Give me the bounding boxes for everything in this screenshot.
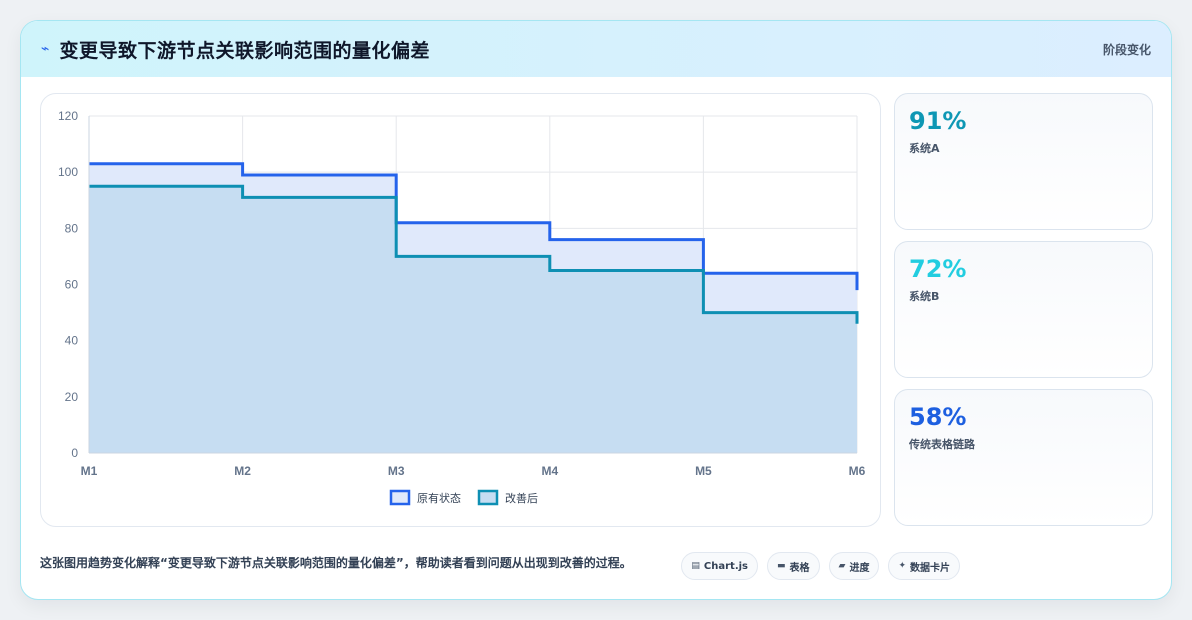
- title-wrap: ⌁ 变更导致下游节点关联影响范围的量化偏差: [41, 36, 430, 63]
- stat-label: 传统表格链路: [909, 438, 975, 451]
- tag-table[interactable]: ▬ 表格: [767, 552, 820, 580]
- x-tick-label: M2: [234, 464, 251, 478]
- y-tick-label: 0: [71, 446, 78, 460]
- x-tick-label: M6: [849, 464, 866, 478]
- legend-swatch: [477, 489, 499, 506]
- tag-data-card[interactable]: ✦ 数据卡片: [888, 552, 960, 580]
- x-tick-label: M4: [541, 464, 558, 478]
- x-tick-label: M3: [388, 464, 405, 478]
- tag-progress[interactable]: ▰ 进度: [828, 552, 880, 580]
- card-header: ⌁ 变更导致下游节点关联影响范围的量化偏差 阶段变化: [21, 21, 1171, 77]
- y-tick-label: 40: [65, 334, 79, 348]
- stage-badge: 阶段变化: [1102, 42, 1151, 57]
- legend-label: 改善后: [505, 491, 538, 505]
- stat-card-system-b: 72% 系统B: [894, 241, 1153, 378]
- x-tick-label: M1: [81, 464, 98, 478]
- folder-icon: ▰: [838, 561, 846, 571]
- y-tick-label: 120: [58, 109, 78, 123]
- grid-icon: ▬: [777, 561, 786, 571]
- stat-cards: 91% 系统A 72% 系统B 58% 传统表格链路: [894, 93, 1153, 537]
- tag-list: ▤ Chart.js ▬ 表格 ▰ 进度 ✦ 数据卡片: [681, 552, 960, 580]
- table-icon: ▤: [691, 561, 700, 571]
- sparkle-icon: ✦: [898, 561, 906, 571]
- stat-card-traditional: 58% 传统表格链路: [894, 389, 1153, 526]
- x-tick-label: M5: [695, 464, 712, 478]
- tag-chartjs[interactable]: ▤ Chart.js: [681, 552, 759, 580]
- card-footer: 这张图用趋势变化解释“变更导致下游节点关联影响范围的量化偏差”，帮助读者看到问题…: [40, 541, 1153, 585]
- stat-value: 91%: [909, 107, 967, 135]
- dashboard-card: ⌁ 变更导致下游节点关联影响范围的量化偏差 阶段变化 0 20 40 60 80 100 1…: [20, 20, 1172, 600]
- legend-swatch: [389, 489, 411, 506]
- stat-label: 系统B: [909, 290, 940, 303]
- lightning-icon: ⌁: [41, 41, 50, 57]
- stat-value: 58%: [909, 403, 967, 431]
- tag-label: 表格: [789, 562, 810, 574]
- y-tick-label: 80: [65, 221, 79, 235]
- stat-value: 72%: [909, 255, 967, 283]
- stat-label: 系统A: [909, 142, 940, 155]
- y-tick-label: 20: [65, 390, 79, 404]
- tag-label: Chart.js: [703, 560, 749, 572]
- step-area-chart: 0 20 40 60 80 100 120 M1 M2 M3 M4 M5 M6 原有状态 改善后: [58, 109, 866, 506]
- tag-label: 进度: [849, 562, 870, 574]
- page-title: 变更导致下游节点关联影响范围的量化偏差: [59, 39, 430, 62]
- chart-description: 这张图用趋势变化解释“变更导致下游节点关联影响范围的量化偏差”，帮助读者看到问题…: [40, 555, 632, 570]
- chart-panel: 0 20 40 60 80 100 120 M1 M2 M3 M4 M5 M6 原有状态 改善后: [40, 93, 881, 527]
- legend-label: 原有状态: [417, 491, 461, 505]
- y-tick-label: 60: [65, 278, 79, 292]
- tag-label: 数据卡片: [910, 562, 950, 574]
- stat-card-system-a: 91% 系统A: [894, 93, 1153, 230]
- y-tick-label: 100: [58, 165, 78, 179]
